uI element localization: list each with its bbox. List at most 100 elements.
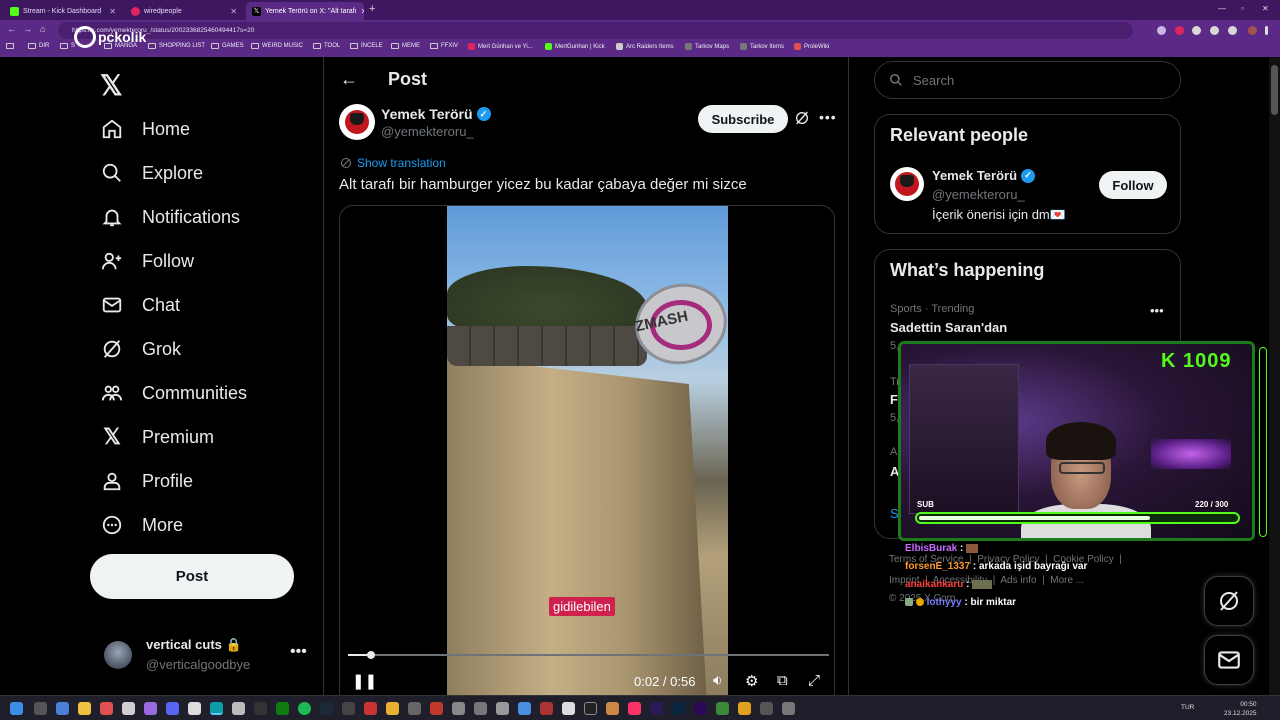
extension-icon[interactable] bbox=[1228, 26, 1237, 35]
extension-icon[interactable] bbox=[1175, 26, 1184, 35]
taskbar-app-icon[interactable] bbox=[232, 702, 245, 715]
bookmark-folder[interactable]: S bbox=[60, 43, 75, 49]
xbox-icon[interactable] bbox=[276, 702, 289, 715]
taskbar-app-icon[interactable] bbox=[144, 702, 157, 715]
taskbar-app-icon[interactable] bbox=[540, 702, 553, 715]
scrollbar-thumb[interactable] bbox=[1271, 65, 1278, 115]
extension-icon[interactable] bbox=[1157, 26, 1166, 35]
pip-icon[interactable]: ⧉ bbox=[777, 672, 788, 689]
taskbar-app-icon[interactable] bbox=[254, 702, 267, 715]
start-icon[interactable] bbox=[10, 702, 23, 715]
bookmark-folder[interactable]: WEIRD MUSIC bbox=[251, 43, 303, 49]
steam-icon[interactable] bbox=[320, 702, 333, 715]
bookmark-link[interactable]: MertGunhan | Kick bbox=[545, 43, 605, 50]
follow-button[interactable]: Follow bbox=[1099, 171, 1167, 199]
spotify-icon[interactable] bbox=[298, 702, 311, 715]
more-dots-icon[interactable]: ••• bbox=[290, 643, 307, 661]
bookmark-folder[interactable]: DIR bbox=[28, 43, 49, 49]
system-clock[interactable]: 00:50 23.12.2025 bbox=[1224, 700, 1257, 718]
more-dots-icon[interactable]: ••• bbox=[819, 109, 837, 125]
nav-communities[interactable]: Communities bbox=[100, 379, 247, 407]
extension-icon[interactable] bbox=[1192, 26, 1201, 35]
avatar[interactable] bbox=[339, 104, 375, 140]
forward-icon[interactable]: → bbox=[23, 24, 32, 34]
taskbar-app-icon[interactable] bbox=[474, 702, 487, 715]
settings-icon[interactable]: ⚙︎ bbox=[745, 672, 758, 690]
subscribe-button[interactable]: Subscribe bbox=[698, 105, 788, 133]
taskbar-app-icon[interactable] bbox=[122, 702, 135, 715]
footer-link[interactable]: Ads info bbox=[1000, 575, 1036, 586]
person-name[interactable]: Yemek Terörü ✓ bbox=[932, 168, 1036, 183]
taskbar-app-icon[interactable] bbox=[408, 702, 421, 715]
bookmark-link[interactable]: Arc Raiders Items bbox=[616, 43, 674, 50]
bookmark-link[interactable]: Tarkov Items bbox=[740, 43, 784, 50]
fullscreen-icon[interactable]: ⤢ bbox=[808, 672, 820, 689]
video-player[interactable]: ZMASH gidilebilen ❚❚ 0:02 / 0:56 🔉︎ ⚙︎ ⧉… bbox=[339, 205, 835, 695]
taskbar-app-icon[interactable] bbox=[56, 702, 69, 715]
show-translation-link[interactable]: Show translation bbox=[340, 156, 446, 170]
menu-icon[interactable] bbox=[1265, 26, 1268, 35]
bookmark-folder[interactable]: SHOPPING LIST bbox=[148, 43, 205, 49]
search-taskbar-icon[interactable] bbox=[34, 702, 47, 715]
close-window-icon[interactable]: ✕ bbox=[1262, 4, 1269, 13]
bookmark-folder[interactable]: GAMES bbox=[211, 43, 244, 49]
premiere-icon[interactable] bbox=[694, 702, 707, 715]
photoshop-icon[interactable] bbox=[672, 702, 685, 715]
nav-more[interactable]: More bbox=[100, 511, 183, 539]
taskbar-app-icon[interactable] bbox=[518, 702, 531, 715]
nav-follow[interactable]: Follow bbox=[100, 247, 194, 275]
grok-fab-button[interactable] bbox=[1204, 576, 1254, 626]
browser-taskbar-icon[interactable] bbox=[210, 702, 223, 715]
taskbar-app-icon[interactable] bbox=[782, 702, 795, 715]
account-switcher[interactable]: vertical cuts 🔒 @verticalgoodbye ••• bbox=[104, 633, 314, 683]
taskbar-app-icon[interactable] bbox=[100, 702, 113, 715]
pause-icon[interactable]: ❚❚ bbox=[352, 672, 377, 690]
bookmark-folder[interactable]: FFXIV bbox=[430, 43, 458, 49]
more-dots-icon[interactable]: ••• bbox=[1150, 303, 1164, 318]
bookmark-link[interactable]: Tarkov Maps bbox=[685, 43, 729, 50]
indesign-icon[interactable] bbox=[628, 702, 641, 715]
bookmark-folder[interactable]: MEME bbox=[391, 43, 420, 49]
audition-icon[interactable] bbox=[650, 702, 663, 715]
author-name[interactable]: Yemek Terörü ✓ bbox=[381, 106, 491, 122]
taskbar-app-icon[interactable] bbox=[364, 702, 377, 715]
messages-fab-button[interactable] bbox=[1204, 635, 1254, 685]
url-bar[interactable]: https://x.com/yemekteroru_/status/200233… bbox=[58, 22, 1133, 39]
home-browser-icon[interactable]: ⌂ bbox=[40, 24, 45, 34]
taskbar-app-icon[interactable] bbox=[738, 702, 751, 715]
taskbar-app-icon[interactable] bbox=[760, 702, 773, 715]
taskbar-app-icon[interactable] bbox=[584, 702, 597, 715]
grok-icon[interactable] bbox=[794, 110, 810, 130]
back-arrow-icon[interactable]: ← bbox=[340, 69, 358, 90]
back-icon[interactable]: ← bbox=[7, 24, 16, 34]
keyboard-language[interactable]: TUR bbox=[1181, 704, 1194, 711]
browser-tab-wiredpeople[interactable]: wiredpeople ✕ bbox=[125, 2, 243, 20]
discord-icon[interactable] bbox=[166, 702, 179, 715]
bookmarks-icon[interactable] bbox=[6, 43, 14, 49]
nav-profile[interactable]: Profile bbox=[100, 467, 193, 495]
person-handle[interactable]: @yemekteroru_ bbox=[932, 187, 1025, 202]
bookmark-link[interactable]: Mert Günhan ve Yi... bbox=[468, 43, 533, 50]
folder-icon[interactable] bbox=[78, 702, 91, 715]
nav-notifications[interactable]: Notifications bbox=[100, 203, 240, 231]
x-logo-icon[interactable]: 𝕏 bbox=[100, 69, 123, 102]
maximize-icon[interactable]: ▫ bbox=[1241, 4, 1244, 13]
browser-tab-kick[interactable]: Stream - Kick Dashboard ✕ bbox=[4, 2, 122, 20]
footer-link[interactable]: More ... bbox=[1050, 575, 1084, 586]
taskbar-app-icon[interactable] bbox=[386, 702, 399, 715]
close-tab-icon[interactable]: ✕ bbox=[361, 7, 364, 16]
taskbar-app-icon[interactable] bbox=[430, 702, 443, 715]
nav-premium[interactable]: 𝕏 Premium bbox=[100, 423, 214, 451]
taskbar-app-icon[interactable] bbox=[716, 702, 729, 715]
minimize-icon[interactable]: — bbox=[1218, 4, 1226, 13]
profile-avatar-icon[interactable] bbox=[1248, 26, 1257, 35]
progress-knob[interactable] bbox=[367, 651, 376, 659]
close-tab-icon[interactable]: ✕ bbox=[109, 7, 116, 16]
taskbar-app-icon[interactable] bbox=[496, 702, 509, 715]
nav-chat[interactable]: Chat bbox=[100, 291, 180, 319]
extension-icon[interactable] bbox=[1210, 26, 1219, 35]
volume-icon[interactable]: 🔉︎ bbox=[713, 672, 722, 689]
new-tab-icon[interactable]: + bbox=[369, 3, 375, 15]
author-handle[interactable]: @yemekteroru_ bbox=[381, 124, 474, 139]
bookmark-link[interactable]: ProleWiki bbox=[794, 43, 829, 50]
